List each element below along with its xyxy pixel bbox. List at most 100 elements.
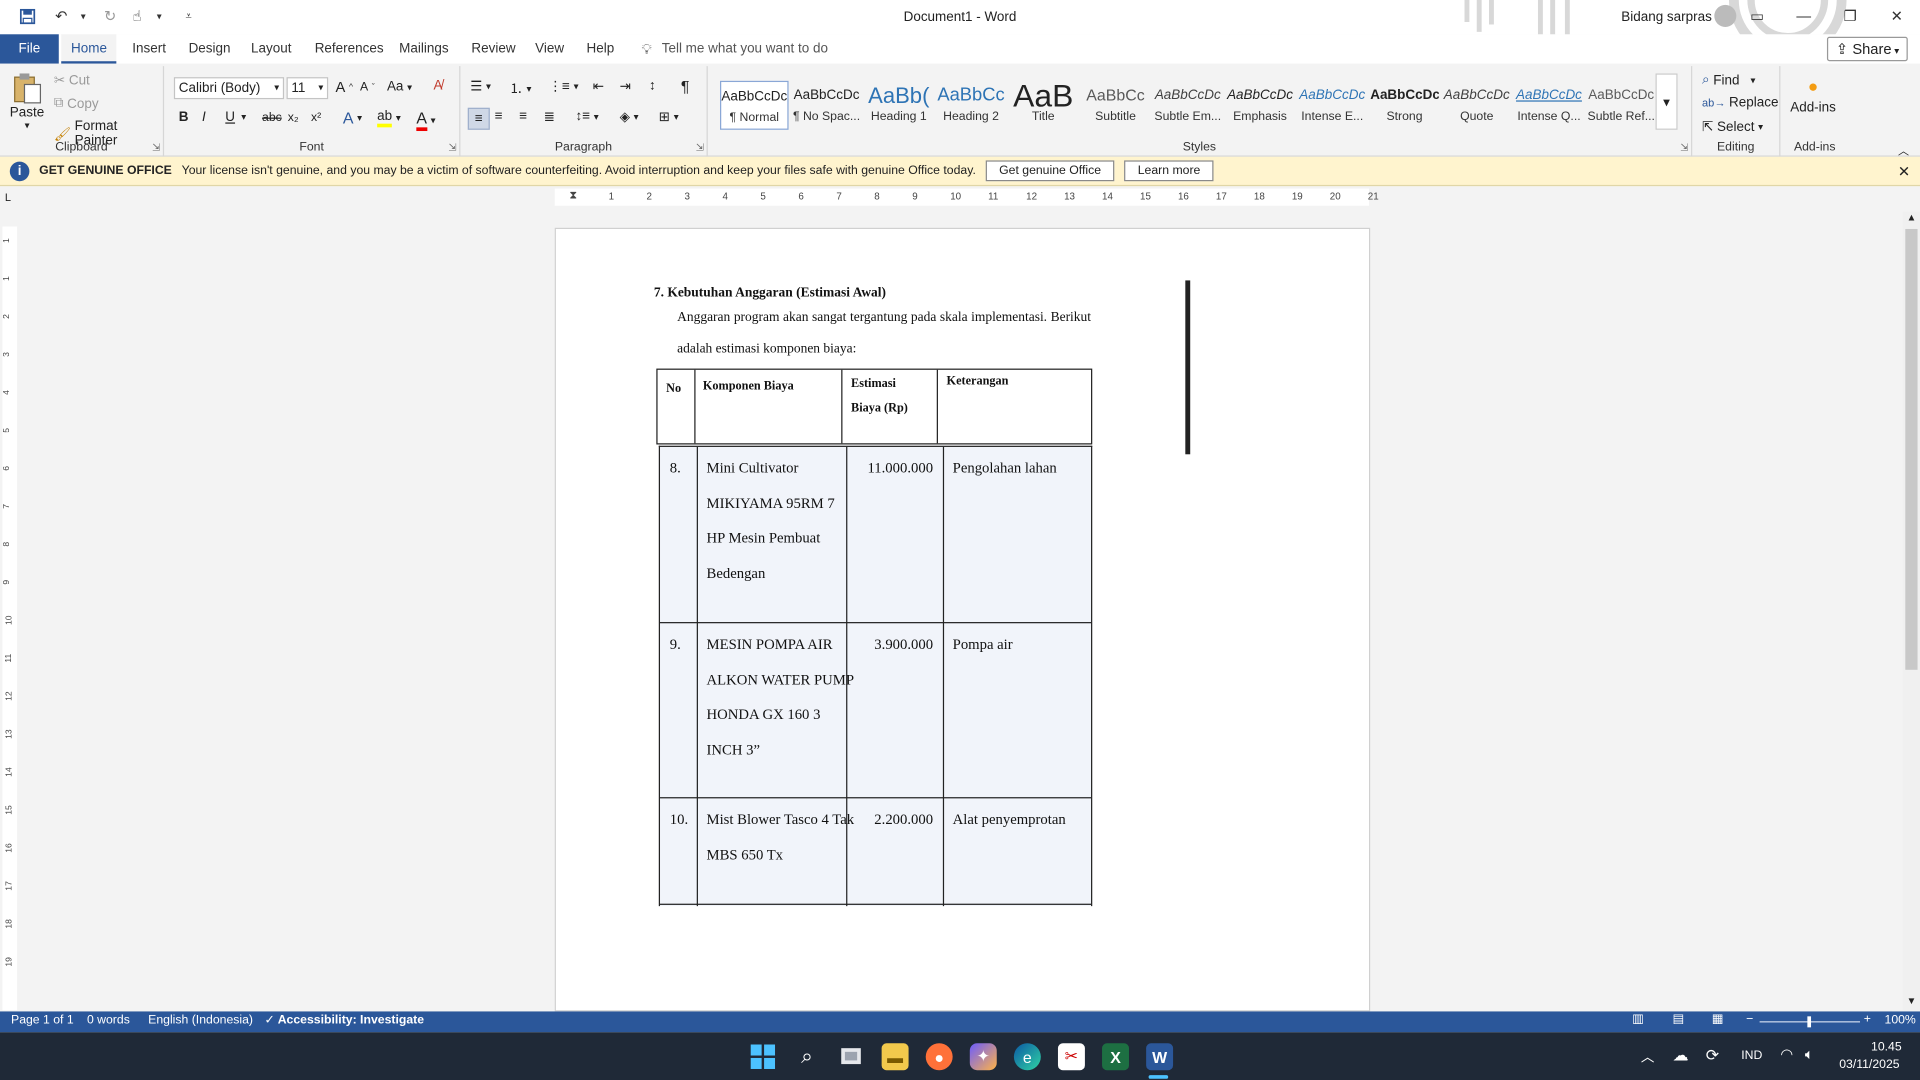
- style-subtle-em[interactable]: AaBbCcDc Subtle Em...: [1153, 81, 1222, 130]
- firefox-icon[interactable]: ●: [925, 1043, 953, 1071]
- tab-help[interactable]: Help: [577, 34, 624, 63]
- shading-icon[interactable]: ◈ ▾: [620, 109, 639, 125]
- numbering-icon[interactable]: ⒈ ▾: [509, 78, 531, 98]
- bold-icon[interactable]: B: [179, 110, 189, 125]
- style-strong[interactable]: AaBbCcDc Strong: [1370, 81, 1439, 130]
- style-no-spac[interactable]: AaBbCcDc ¶ No Spac...: [792, 81, 861, 130]
- restore-icon[interactable]: ❐: [1827, 0, 1874, 32]
- excel-icon[interactable]: X: [1102, 1043, 1129, 1071]
- style-heading-2[interactable]: AaBbCc Heading 2: [937, 81, 1006, 130]
- onedrive-icon[interactable]: ☁: [1673, 1046, 1689, 1066]
- close-icon[interactable]: ✕: [1873, 0, 1920, 32]
- vertical-ruler[interactable]: 1 1 2 3 4 5 6 7 8 9 10 11 12 13 14 15 16 17 18 19: [2, 226, 18, 1011]
- word-icon[interactable]: W: [1146, 1043, 1174, 1071]
- shrink-font-icon[interactable]: Aˇ: [360, 81, 375, 94]
- paste-button[interactable]: Paste ▾: [10, 71, 44, 131]
- document-page[interactable]: 7. Kebutuhan Anggaran (Estimasi Awal) An…: [554, 227, 1371, 1012]
- horizontal-ruler[interactable]: 1 2 3 4 5 6 7 8 9 10 11 12 13 14 15 16 17 18 19 20 21 ⧗: [554, 188, 1379, 206]
- multilevel-list-icon[interactable]: ⋮≡ ▾: [549, 78, 579, 95]
- print-layout-icon[interactable]: ▤: [1673, 1013, 1685, 1026]
- scroll-up-icon[interactable]: ▲: [1903, 212, 1920, 227]
- grow-font-icon[interactable]: A ^: [336, 78, 354, 95]
- decrease-indent-icon[interactable]: ⇤: [593, 78, 604, 95]
- zoom-in-icon[interactable]: +: [1864, 1013, 1871, 1026]
- line-spacing-icon[interactable]: ↕≡ ▾: [576, 109, 599, 124]
- tab-mailings[interactable]: Mailings: [389, 34, 458, 63]
- style-intense-e[interactable]: AaBbCcDc Intense E...: [1298, 81, 1367, 130]
- addins-button[interactable]: ● Add-ins: [1790, 76, 1836, 115]
- text-effects-icon[interactable]: A ▾: [343, 109, 362, 127]
- file-explorer-icon[interactable]: ▬: [881, 1043, 909, 1071]
- zoom-out-icon[interactable]: −: [1746, 1013, 1753, 1026]
- scroll-thumb[interactable]: [1905, 228, 1918, 670]
- clock-date[interactable]: 03/11/2025: [1839, 1058, 1899, 1071]
- scroll-down-icon[interactable]: ▼: [1903, 996, 1920, 1011]
- underline-icon[interactable]: U: [225, 110, 235, 125]
- snipping-tool-icon[interactable]: ✂: [1057, 1043, 1085, 1071]
- dialog-launcher-icon[interactable]: ⇲: [696, 142, 704, 153]
- replace-button[interactable]: ab→ Replace: [1702, 96, 1778, 111]
- style-title[interactable]: AaB Title: [1009, 81, 1078, 130]
- word-count[interactable]: 0 words: [87, 1014, 130, 1027]
- cut-button[interactable]: ✂ Cut: [54, 72, 90, 88]
- tab-home[interactable]: Home: [61, 34, 117, 64]
- page-count[interactable]: Page 1 of 1: [11, 1014, 74, 1027]
- task-view-icon[interactable]: [838, 1043, 865, 1070]
- tell-me-box[interactable]: 💡︎ Tell me what you want to do: [642, 34, 828, 63]
- styles-more-icon[interactable]: ▾: [1655, 73, 1678, 130]
- wifi-icon[interactable]: ◠: [1780, 1046, 1793, 1063]
- chevron-up-icon[interactable]: ︿: [1641, 1047, 1654, 1067]
- increase-indent-icon[interactable]: ⇥: [620, 78, 631, 95]
- font-color-icon[interactable]: A ▾: [416, 109, 436, 132]
- clear-formatting-icon[interactable]: A̸: [433, 78, 442, 93]
- input-language[interactable]: IND: [1741, 1049, 1762, 1062]
- tab-file[interactable]: File: [0, 34, 59, 64]
- share-button[interactable]: ⇪ Share ▾: [1827, 36, 1908, 62]
- style-subtitle[interactable]: AaBbCc Subtitle: [1081, 81, 1150, 130]
- tab-review[interactable]: Review: [462, 34, 526, 63]
- user-name[interactable]: Bidang sarpras: [1621, 10, 1712, 25]
- minimize-icon[interactable]: —: [1780, 0, 1827, 32]
- sync-icon[interactable]: ⟳: [1706, 1046, 1719, 1066]
- select-button[interactable]: ⇱ Select ▾: [1702, 119, 1763, 134]
- tab-references[interactable]: References: [305, 34, 393, 63]
- clock-time[interactable]: 10.45: [1871, 1041, 1902, 1054]
- dialog-launcher-icon[interactable]: ⇲: [449, 142, 457, 153]
- style-intense-q[interactable]: AaBbCcDc Intense Q...: [1515, 81, 1584, 130]
- zoom-slider-thumb[interactable]: [1807, 1016, 1812, 1028]
- italic-icon[interactable]: I: [202, 110, 206, 125]
- ruler-corner[interactable]: L: [5, 191, 11, 203]
- font-name-combo[interactable]: Calibri (Body) ▾: [173, 77, 285, 100]
- tab-layout[interactable]: Layout: [241, 34, 301, 63]
- learn-more-button[interactable]: Learn more: [1124, 160, 1214, 182]
- pilcrow-icon[interactable]: ¶: [681, 77, 690, 95]
- style-subtle-ref[interactable]: AaBbCcDc Subtle Ref...: [1587, 81, 1656, 130]
- close-icon[interactable]: ✕: [1898, 162, 1910, 179]
- tab-view[interactable]: View: [525, 34, 574, 63]
- accessibility-indicator[interactable]: ✓ Accessibility: Investigate: [264, 1014, 424, 1027]
- chevron-down-icon[interactable]: ▾: [241, 111, 246, 122]
- superscript-icon[interactable]: x²: [311, 111, 321, 124]
- align-center-icon[interactable]: ≡: [495, 109, 503, 124]
- indent-marker[interactable]: ⧗: [569, 189, 579, 206]
- style-emphasis[interactable]: AaBbCcDc Emphasis: [1226, 81, 1295, 130]
- zoom-slider[interactable]: [1759, 1016, 1861, 1028]
- start-icon[interactable]: [749, 1043, 776, 1070]
- edge-icon[interactable]: e: [1013, 1043, 1041, 1071]
- volume-icon[interactable]: 🔈︎: [1805, 1046, 1814, 1064]
- zoom-level[interactable]: 100%: [1885, 1014, 1916, 1027]
- find-button[interactable]: ⌕ Find ▾: [1702, 72, 1755, 88]
- tab-insert[interactable]: Insert: [122, 34, 175, 63]
- style-heading-1[interactable]: AaBb(Heading 1: [864, 81, 933, 130]
- web-layout-icon[interactable]: ▦: [1712, 1013, 1724, 1026]
- copilot-icon[interactable]: ✦: [969, 1043, 997, 1071]
- dialog-launcher-icon[interactable]: ⇲: [1680, 142, 1688, 153]
- style-normal[interactable]: AaBbCcDc ¶ Normal: [720, 80, 789, 130]
- get-genuine-button[interactable]: Get genuine Office: [985, 160, 1115, 182]
- highlight-icon[interactable]: ab ▾: [377, 109, 401, 128]
- language-indicator[interactable]: English (Indonesia): [148, 1014, 253, 1027]
- align-left-icon[interactable]: ≡: [467, 107, 490, 130]
- align-right-icon[interactable]: ≡: [519, 109, 527, 124]
- read-mode-icon[interactable]: ▥: [1632, 1013, 1644, 1026]
- vertical-scrollbar[interactable]: ▲ ▼: [1902, 211, 1920, 1011]
